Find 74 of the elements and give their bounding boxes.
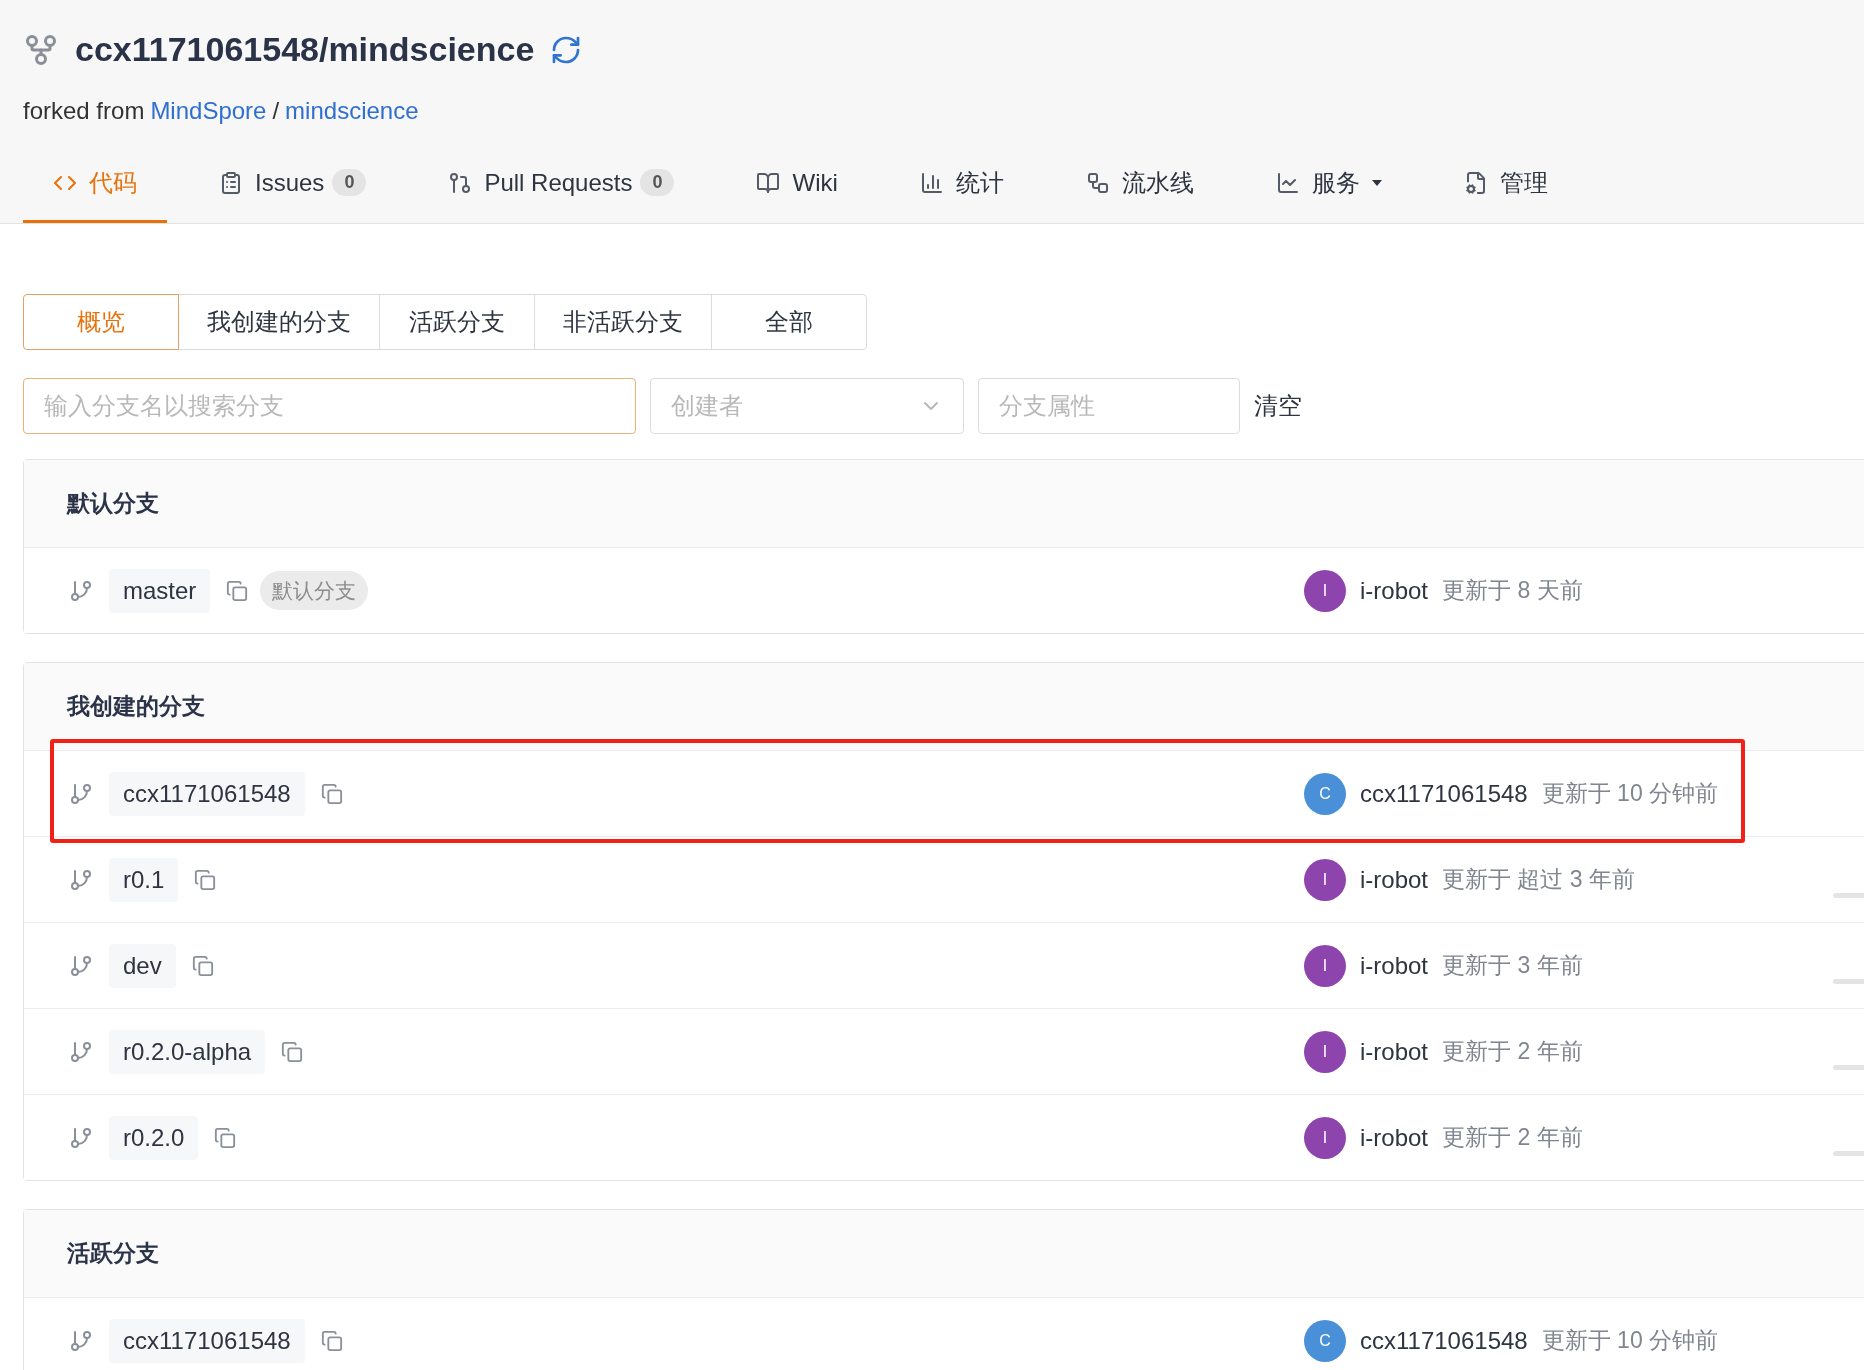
- line-chart-icon: [1275, 170, 1300, 195]
- copy-icon[interactable]: [226, 579, 249, 602]
- branch-icon: [69, 1125, 93, 1150]
- updated-time: 更新于 8 天前: [1442, 576, 1583, 606]
- section-title: 我创建的分支: [67, 692, 205, 722]
- path-separator: /: [272, 96, 280, 126]
- pipeline-icon: [1085, 170, 1110, 195]
- author-name[interactable]: i-robot: [1360, 1119, 1429, 1156]
- author-name[interactable]: i-robot: [1360, 861, 1429, 898]
- copy-icon[interactable]: [194, 868, 217, 891]
- updated-time: 更新于 2 年前: [1442, 1037, 1583, 1067]
- bar-chart-icon: [919, 170, 944, 195]
- copy-icon[interactable]: [191, 954, 214, 977]
- author-name[interactable]: i-robot: [1360, 1033, 1429, 1070]
- copy-icon[interactable]: [281, 1040, 304, 1063]
- pull-request-icon: [448, 170, 473, 195]
- branch-name[interactable]: r0.2.0-alpha: [109, 1029, 266, 1074]
- repo-link[interactable]: mindscience: [285, 93, 419, 129]
- copy-icon[interactable]: [320, 1329, 343, 1352]
- filter-tab[interactable]: 全部: [711, 294, 867, 350]
- avatar: I: [1304, 569, 1346, 612]
- author-name[interactable]: i-robot: [1360, 947, 1429, 984]
- count-badge: 0: [332, 169, 367, 196]
- section-title: 活跃分支: [67, 1239, 159, 1269]
- branch-attribute-field[interactable]: 分支属性: [978, 378, 1240, 434]
- nav-tab[interactable]: 统计: [889, 145, 1034, 223]
- checklist-icon: [219, 170, 243, 195]
- branch-name[interactable]: r0.2.0: [109, 1115, 199, 1160]
- branch-icon: [69, 867, 93, 892]
- branch-icon: [69, 953, 93, 978]
- branch-name[interactable]: ccx1171061548: [109, 771, 305, 816]
- avatar: C: [1304, 1319, 1346, 1362]
- nav-tab[interactable]: 流水线: [1055, 145, 1224, 223]
- updated-time: 更新于 3 年前: [1442, 951, 1583, 981]
- author-name[interactable]: ccx1171061548: [1360, 1322, 1528, 1359]
- filter-tab[interactable]: 活跃分支: [379, 294, 535, 350]
- avatar: I: [1304, 1030, 1346, 1073]
- updated-time: 更新于 2 年前: [1442, 1123, 1583, 1153]
- branch-name[interactable]: ccx1171061548: [109, 1318, 305, 1363]
- repo-title: ccx1171061548/mindscience: [75, 29, 535, 70]
- nav-tab[interactable]: 管理: [1433, 145, 1578, 223]
- forked-from-label: forked from: [23, 96, 145, 126]
- section-title: 默认分支: [67, 489, 159, 519]
- updated-time: 更新于 超过 3 年前: [1442, 865, 1635, 895]
- author-name[interactable]: ccx1171061548: [1360, 775, 1528, 812]
- copy-icon[interactable]: [214, 1126, 237, 1149]
- branch-icon: [69, 578, 93, 603]
- clear-button[interactable]: 清空: [1254, 388, 1302, 424]
- branch-icon: [69, 1039, 93, 1064]
- book-icon: [756, 170, 781, 195]
- branch-icon: [69, 781, 93, 806]
- avatar: C: [1304, 772, 1346, 815]
- default-branch-badge: 默认分支: [260, 570, 369, 611]
- owner-link[interactable]: MindSpore: [150, 93, 267, 129]
- filter-tab[interactable]: 我创建的分支: [178, 294, 380, 350]
- branch-search-field[interactable]: 输入分支名以搜索分支: [23, 378, 636, 434]
- branch-name[interactable]: r0.1: [109, 857, 179, 902]
- author-name[interactable]: i-robot: [1360, 572, 1429, 609]
- branch-name[interactable]: master: [109, 568, 211, 613]
- avatar: I: [1304, 858, 1346, 901]
- document-settings-icon: [1463, 170, 1488, 195]
- nav-tab[interactable]: 服务: [1245, 145, 1412, 223]
- avatar: I: [1304, 1116, 1346, 1159]
- updated-time: 更新于 10 分钟前: [1541, 1326, 1719, 1356]
- copy-icon[interactable]: [320, 782, 343, 805]
- nav-tab[interactable]: Issues 0: [189, 145, 397, 223]
- nav-tab[interactable]: Wiki: [726, 145, 868, 223]
- avatar: I: [1304, 944, 1346, 987]
- nav-tab[interactable]: Pull Requests 0: [418, 145, 705, 223]
- count-badge: 0: [640, 169, 675, 196]
- branch-name[interactable]: dev: [109, 943, 176, 988]
- branch-icon: [69, 1328, 93, 1353]
- updated-time: 更新于 10 分钟前: [1541, 779, 1719, 809]
- filter-tab[interactable]: 非活跃分支: [534, 294, 712, 350]
